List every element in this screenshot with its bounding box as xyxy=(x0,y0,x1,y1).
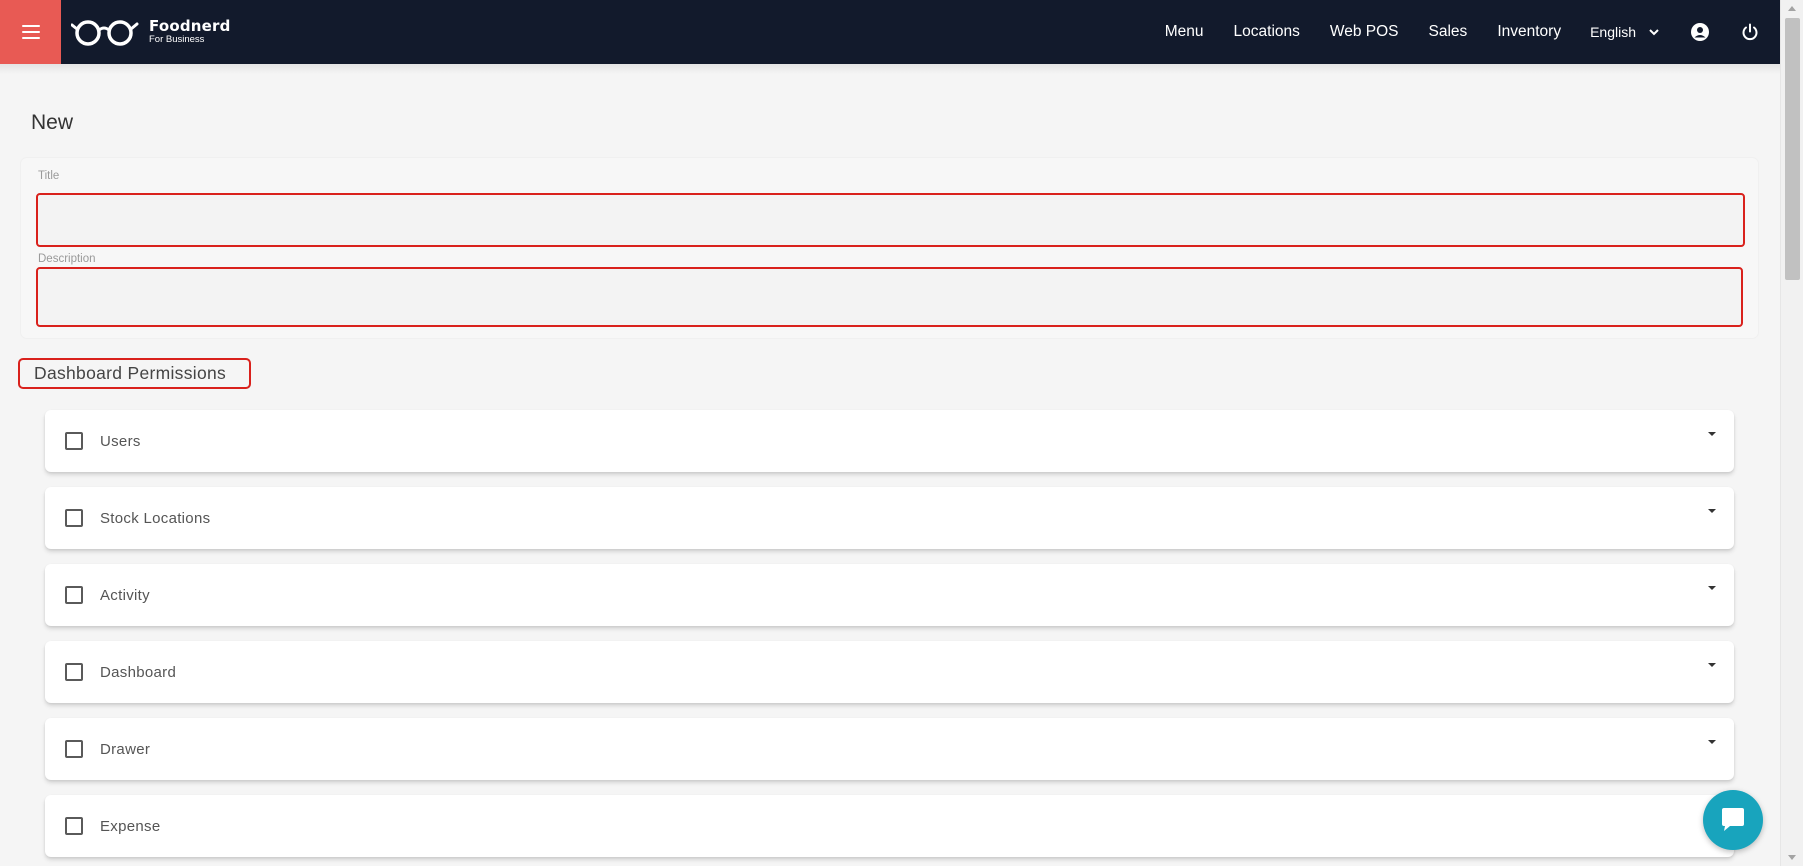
nav-locations[interactable]: Locations xyxy=(1234,23,1300,41)
permission-label: Drawer xyxy=(100,740,151,758)
nav-inventory[interactable]: Inventory xyxy=(1497,23,1561,41)
permission-checkbox[interactable] xyxy=(65,817,83,835)
permission-item-stock-locations[interactable]: Stock Locations xyxy=(45,487,1734,549)
nav-web-pos[interactable]: Web POS xyxy=(1330,23,1399,41)
description-label: Description xyxy=(38,253,96,265)
permission-item-drawer[interactable]: Drawer xyxy=(45,718,1734,780)
main-nav: Menu Locations Web POS Sales Inventory E… xyxy=(1150,0,1780,64)
header-shadow xyxy=(0,64,1780,74)
nav-menu[interactable]: Menu xyxy=(1165,23,1204,41)
permission-label: Dashboard xyxy=(100,663,177,681)
caret-down-icon[interactable] xyxy=(1708,586,1716,590)
permission-item-expense[interactable]: Expense xyxy=(45,795,1734,857)
brand-logo[interactable]: Foodnerd For Business xyxy=(71,17,231,47)
brand-name: Foodnerd xyxy=(149,17,231,36)
hamburger-icon xyxy=(21,25,40,39)
language-label: English xyxy=(1590,24,1636,40)
chat-button[interactable] xyxy=(1703,790,1763,850)
permission-item-users[interactable]: Users xyxy=(45,410,1734,472)
role-form-card: Title Description xyxy=(21,158,1758,338)
menu-toggle-button[interactable] xyxy=(0,0,61,64)
scrollbar-thumb[interactable] xyxy=(1785,18,1800,280)
brand-subtitle: For Business xyxy=(149,34,205,46)
description-input[interactable] xyxy=(36,267,1743,327)
permission-checkbox[interactable] xyxy=(65,509,83,527)
permission-checkbox[interactable] xyxy=(65,663,83,681)
language-selector[interactable]: English xyxy=(1590,24,1660,40)
account-circle-icon xyxy=(1691,23,1709,41)
permission-item-dashboard[interactable]: Dashboard xyxy=(45,641,1734,703)
permission-checkbox[interactable] xyxy=(65,740,83,758)
caret-down-icon[interactable] xyxy=(1708,663,1716,667)
caret-down-icon[interactable] xyxy=(1708,432,1716,436)
title-input[interactable] xyxy=(36,193,1745,247)
dashboard-permissions-title: Dashboard Permissions xyxy=(18,358,251,389)
permissions-list: Users Stock Locations Activity Dashboard… xyxy=(45,410,1734,866)
power-icon xyxy=(1742,23,1758,41)
vertical-scrollbar[interactable] xyxy=(1780,0,1803,866)
logout-button[interactable] xyxy=(1740,22,1760,42)
permission-label: Stock Locations xyxy=(100,509,211,527)
permission-checkbox[interactable] xyxy=(65,586,83,604)
permission-label: Expense xyxy=(100,817,161,835)
permission-label: Activity xyxy=(100,586,150,604)
chat-bubble-icon xyxy=(1722,808,1744,831)
permission-item-activity[interactable]: Activity xyxy=(45,564,1734,626)
caret-down-icon[interactable] xyxy=(1708,740,1716,744)
permission-checkbox[interactable] xyxy=(65,432,83,450)
title-label: Title xyxy=(38,170,60,182)
chevron-down-icon xyxy=(1649,29,1659,36)
caret-down-icon[interactable] xyxy=(1708,509,1716,513)
nav-sales[interactable]: Sales xyxy=(1429,23,1468,41)
scroll-down-arrow-icon[interactable] xyxy=(1788,855,1796,860)
permission-label: Users xyxy=(100,432,141,450)
scroll-up-arrow-icon[interactable] xyxy=(1788,6,1796,11)
top-navbar: Foodnerd For Business Menu Locations Web… xyxy=(0,0,1780,64)
page-title: New xyxy=(31,111,74,134)
glasses-logo-icon xyxy=(71,20,139,46)
account-button[interactable] xyxy=(1690,22,1710,42)
